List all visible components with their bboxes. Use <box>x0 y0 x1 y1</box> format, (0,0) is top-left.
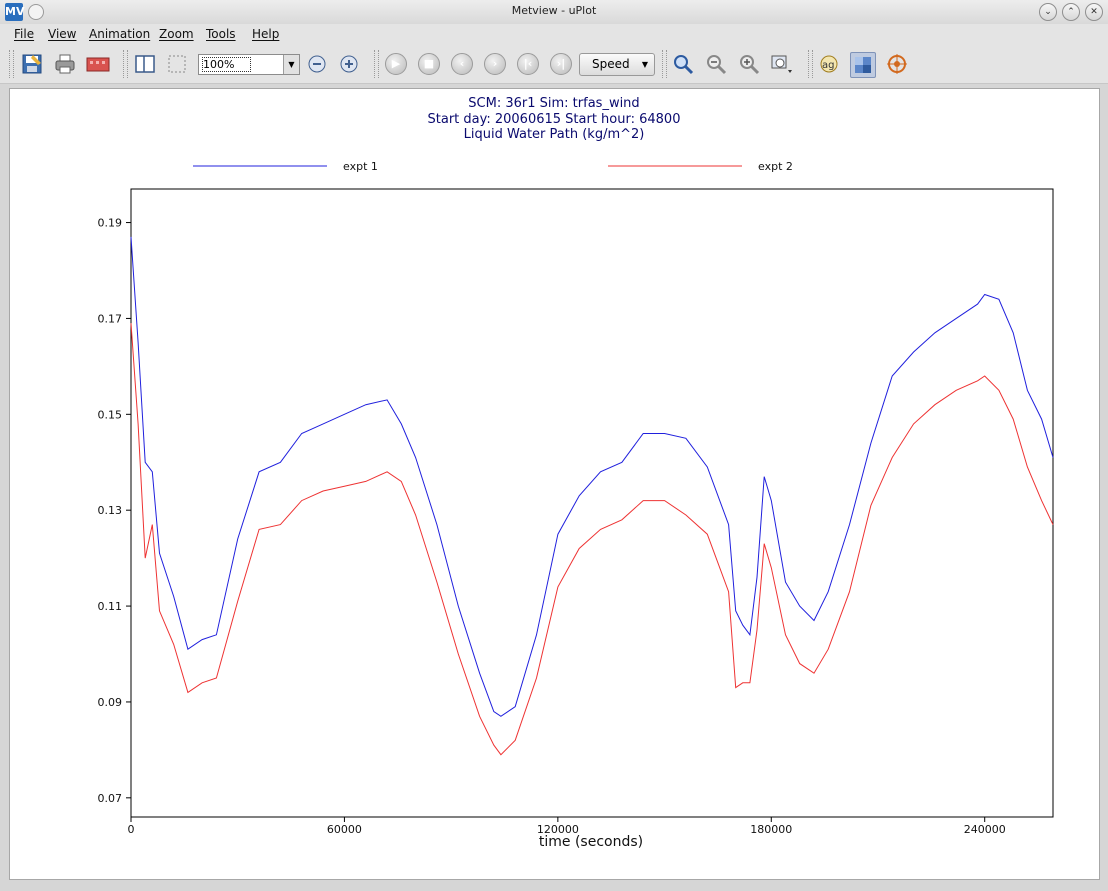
y-tick-label: 0.15 <box>98 408 123 421</box>
series-line-expt-2 <box>130 323 1054 756</box>
legend-label-expt-2: expt 2 <box>758 160 793 173</box>
y-tick-label: 0.11 <box>98 600 123 613</box>
y-tick-label: 0.13 <box>98 504 123 517</box>
y-tick-label: 0.09 <box>98 696 123 709</box>
y-tick-label: 0.07 <box>98 792 123 805</box>
line-chart: expt 1 expt 2 0.07 0.09 0.11 0.13 0.15 0.17 0.… <box>98 160 1054 850</box>
legend-label-expt-1: expt 1 <box>343 160 378 173</box>
series-line-expt-1 <box>130 236 1054 717</box>
x-tick-label: 0 <box>128 823 135 836</box>
plot-frame-box <box>130 188 1054 818</box>
x-tick-label: 60000 <box>327 823 362 836</box>
y-tick-label: 0.19 <box>98 217 123 230</box>
x-axis-label: time (seconds) <box>539 834 643 850</box>
x-tick-label: 240000 <box>964 823 1006 836</box>
x-tick-label: 180000 <box>750 823 792 836</box>
y-tick-label: 0.17 <box>98 312 123 325</box>
